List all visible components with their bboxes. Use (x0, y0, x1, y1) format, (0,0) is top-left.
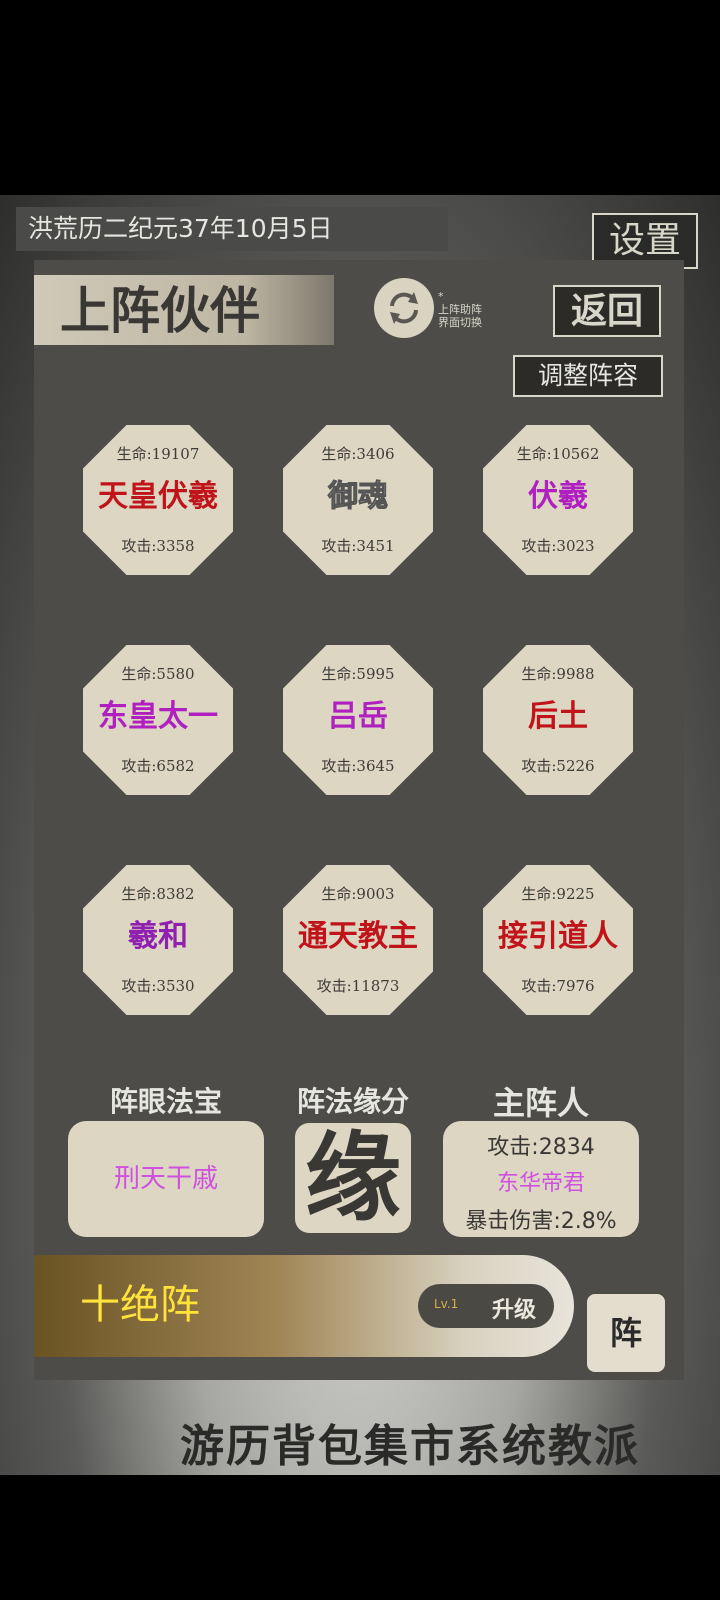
switch-view-button[interactable] (374, 278, 434, 338)
partner-card[interactable]: 生命:3406 御魂 攻击:3451 (283, 425, 433, 575)
lord-name: 东华帝君 (496, 1171, 585, 1196)
formation-button[interactable]: 阵 (587, 1294, 665, 1372)
partner-card[interactable]: 生命:5580 东皇太一 攻击:6582 (83, 645, 233, 795)
fate-label: 阵法缘分 (296, 1085, 409, 1118)
formation-name: 十绝阵 (80, 1282, 200, 1328)
partner-name: 通天教主 (298, 919, 418, 954)
panel-title: 上阵伙伴 (60, 281, 260, 340)
lord-attack: 攻击:2834 (487, 1135, 595, 1160)
title-bar: 上阵伙伴 (34, 275, 334, 345)
lord-crit: 暴击伤害:2.8% (465, 1209, 617, 1234)
partner-card[interactable]: 生命:19107 天皇伏羲 攻击:3358 (83, 425, 233, 575)
partner-card[interactable]: 生命:9225 接引道人 攻击:7976 (483, 865, 633, 1015)
adjust-lineup-button[interactable]: 调整阵容 (513, 355, 663, 397)
partner-name: 羲和 (128, 919, 188, 954)
lineup-panel: 上阵伙伴 * 上阵助阵 界面切换 返回 调整阵容 生命:19107 天皇伏羲 攻… (34, 260, 684, 1380)
switch-view-note: * 上阵助阵 界面切换 (438, 290, 482, 329)
fate-button[interactable]: 缘 (295, 1123, 411, 1233)
partner-card[interactable]: 生命:5995 吕岳 攻击:3645 (283, 645, 433, 795)
lord-slot[interactable]: 攻击:2834 东华帝君 暴击伤害:2.8% (443, 1121, 639, 1237)
upgrade-label: 升级 (492, 1298, 537, 1323)
partner-name: 御魂 (328, 479, 389, 515)
partner-name: 接引道人 (498, 919, 618, 954)
partner-name: 吕岳 (328, 699, 388, 734)
back-button[interactable]: 返回 (553, 285, 661, 337)
formation-level: Lv.1 (434, 1297, 459, 1311)
refresh-icon (390, 292, 418, 324)
partner-name: 天皇伏羲 (98, 479, 218, 514)
treasure-slot[interactable]: 刑天干戚 (68, 1121, 264, 1237)
partner-name: 东皇太一 (98, 699, 218, 734)
partner-card[interactable]: 生命:10562 伏羲 攻击:3023 (483, 425, 633, 575)
partner-card[interactable]: 生命:9988 后土 攻击:5226 (483, 645, 633, 795)
formation-bar: 十绝阵 Lv.1 升级 (34, 1255, 574, 1357)
partner-name: 伏羲 (528, 479, 588, 514)
upgrade-button[interactable]: Lv.1 升级 (418, 1284, 554, 1328)
partner-card[interactable]: 生命:8382 羲和 攻击:3530 (83, 865, 233, 1015)
lord-label: 主阵人 (492, 1084, 589, 1122)
treasure-label: 阵眼法宝 (109, 1085, 222, 1118)
partner-card[interactable]: 生命:9003 通天教主 攻击:11873 (283, 865, 433, 1015)
bottom-nav-menu[interactable]: 游历背包集市系统教派 (180, 1410, 720, 1472)
partner-name: 后土 (528, 699, 588, 734)
game-date: 洪荒历二纪元37年10月5日 (16, 207, 448, 251)
